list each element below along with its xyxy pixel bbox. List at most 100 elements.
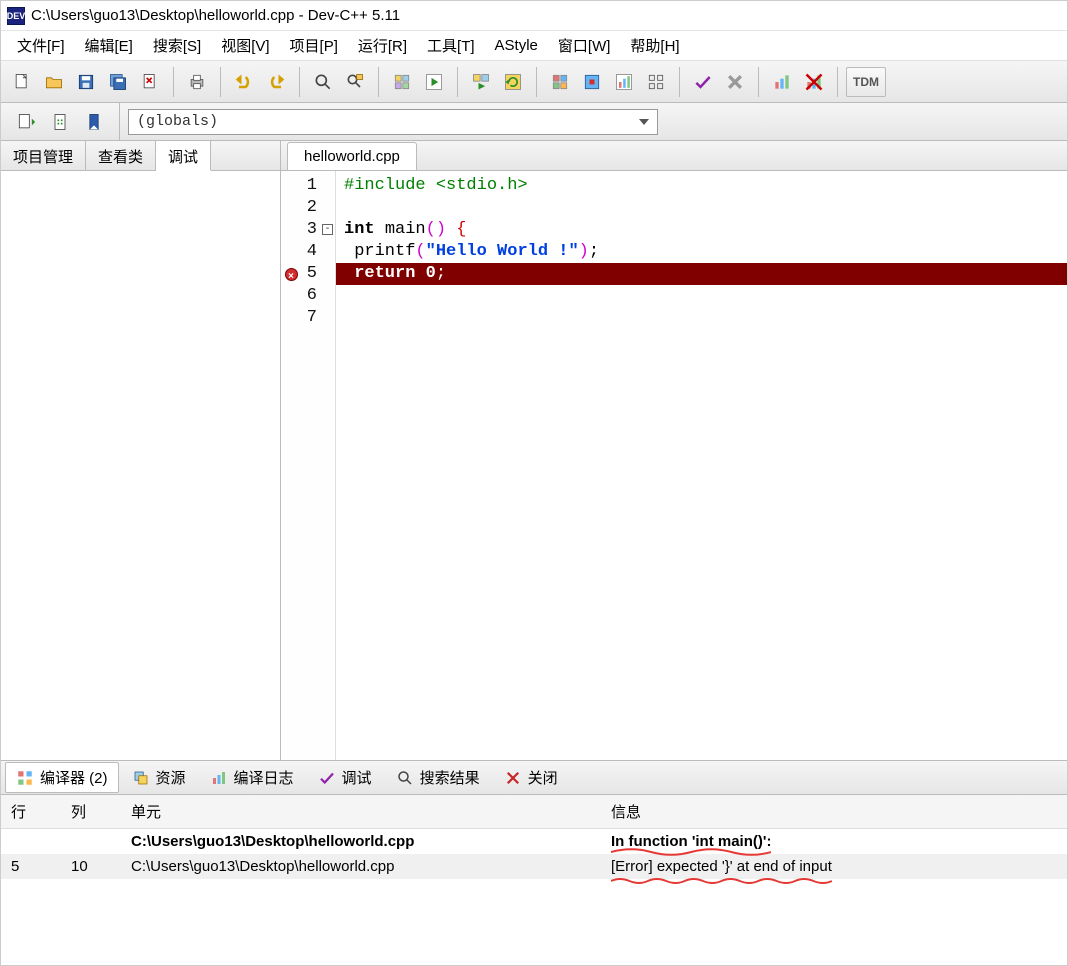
gutter[interactable]: 123-4567 — [281, 171, 336, 760]
cell-col: 10 — [61, 854, 121, 879]
project-options-button[interactable] — [641, 67, 671, 97]
code-line[interactable]: printf("Hello World !"); — [344, 241, 1067, 263]
chevron-down-icon — [639, 119, 649, 125]
menu-file[interactable]: 文件[F] — [7, 31, 75, 60]
search-icon — [396, 769, 414, 787]
col-msg[interactable]: 信息 — [601, 795, 1067, 829]
code-line[interactable]: #include <stdio.h> — [344, 175, 1067, 197]
table-header-row: 行 列 单元 信息 — [1, 795, 1067, 829]
close-file-button[interactable] — [135, 67, 165, 97]
save-button[interactable] — [71, 67, 101, 97]
cell-unit: C:\Users\guo13\Desktop\helloworld.cpp — [121, 854, 601, 879]
tab-debug[interactable]: 调试 — [156, 141, 211, 171]
side-tabs: 项目管理 查看类 调试 — [1, 141, 280, 171]
gutter-line[interactable]: 4 — [281, 241, 335, 263]
code-line[interactable]: int main() { — [344, 219, 1067, 241]
toolbar-separator — [457, 67, 458, 97]
save-all-button[interactable] — [103, 67, 133, 97]
code-line[interactable]: return 0; — [336, 263, 1067, 285]
gutter-line[interactable]: 3- — [281, 219, 335, 241]
compiler-select-button[interactable]: TDM — [846, 67, 886, 97]
main-area: 项目管理 查看类 调试 helloworld.cpp 123-4567 #inc… — [1, 141, 1067, 761]
add-bookmark-button[interactable] — [45, 107, 75, 137]
scope-selector[interactable]: (globals) — [128, 109, 658, 135]
cell-line: 5 — [1, 854, 61, 879]
window-title: C:\Users\guo13\Desktop\helloworld.cpp - … — [31, 7, 400, 24]
toolbar-separator — [758, 67, 759, 97]
new-file-button[interactable] — [7, 67, 37, 97]
delete-chart-button[interactable] — [799, 67, 829, 97]
cell-msg: In function 'int main()': — [601, 829, 1067, 855]
code-line[interactable] — [344, 285, 1067, 307]
app-icon: DEV — [7, 7, 25, 25]
run-button[interactable] — [419, 67, 449, 97]
close-icon — [504, 769, 522, 787]
open-file-button[interactable] — [39, 67, 69, 97]
gutter-line[interactable]: 7 — [281, 307, 335, 329]
col-unit[interactable]: 单元 — [121, 795, 601, 829]
menu-view[interactable]: 视图[V] — [211, 31, 279, 60]
debug-button[interactable] — [545, 67, 575, 97]
redo-button[interactable] — [261, 67, 291, 97]
bottom-tab-compiler[interactable]: 编译器 (2) — [5, 762, 119, 793]
menu-help[interactable]: 帮助[H] — [620, 31, 689, 60]
menu-run[interactable]: 运行[R] — [348, 31, 417, 60]
compile-button[interactable] — [387, 67, 417, 97]
menu-edit[interactable]: 编辑[E] — [75, 31, 143, 60]
undo-button[interactable] — [229, 67, 259, 97]
code-line[interactable] — [344, 197, 1067, 219]
bottom-tab-label: 调试 — [342, 767, 372, 788]
bar-chart-icon — [210, 769, 228, 787]
toolbar-separator — [679, 67, 680, 97]
menu-project[interactable]: 项目[P] — [280, 31, 348, 60]
table-row[interactable]: C:\Users\guo13\Desktop\helloworld.cppIn … — [1, 829, 1067, 855]
tab-classes[interactable]: 查看类 — [86, 141, 156, 170]
breakpoint-icon[interactable] — [285, 268, 298, 281]
replace-button[interactable] — [340, 67, 370, 97]
file-tab-active[interactable]: helloworld.cpp — [287, 142, 417, 170]
syntax-check-button[interactable] — [688, 67, 718, 97]
code-body[interactable]: #include <stdio.h> int main() { printf("H… — [336, 171, 1067, 760]
code-editor[interactable]: 123-4567 #include <stdio.h> int main() { … — [281, 171, 1067, 760]
gutter-line[interactable]: 2 — [281, 197, 335, 219]
bottom-tab-resource[interactable]: 资源 — [121, 762, 197, 793]
profile-button[interactable] — [609, 67, 639, 97]
gutter-line[interactable]: 6 — [281, 285, 335, 307]
chart-button[interactable] — [767, 67, 797, 97]
menu-window[interactable]: 窗口[W] — [548, 31, 621, 60]
check-icon — [318, 769, 336, 787]
bottom-tab-label: 编译日志 — [234, 767, 294, 788]
bottom-tabs: 编译器 (2) 资源 编译日志 调试 搜索结果 关闭 — [1, 761, 1067, 795]
gutter-line[interactable]: 5 — [281, 263, 335, 285]
stop-debug-button[interactable] — [577, 67, 607, 97]
side-panel: 项目管理 查看类 调试 — [1, 141, 281, 760]
col-col[interactable]: 列 — [61, 795, 121, 829]
tab-project[interactable]: 项目管理 — [1, 141, 86, 170]
bookmark-button[interactable] — [79, 107, 109, 137]
title-bar: DEV C:\Users\guo13\Desktop\helloworld.cp… — [1, 1, 1067, 31]
table-row[interactable]: 510C:\Users\guo13\Desktop\helloworld.cpp… — [1, 854, 1067, 879]
menu-astyle[interactable]: AStyle — [485, 33, 548, 58]
menu-search[interactable]: 搜索[S] — [143, 31, 211, 60]
bottom-tab-label: 关闭 — [528, 767, 558, 788]
gutter-line[interactable]: 1 — [281, 175, 335, 197]
fold-toggle-icon[interactable]: - — [322, 224, 333, 235]
clear-button[interactable] — [720, 67, 750, 97]
compiler-output-table[interactable]: 行 列 单元 信息 C:\Users\guo13\Desktop\hellowo… — [1, 795, 1067, 879]
find-button[interactable] — [308, 67, 338, 97]
print-button[interactable] — [182, 67, 212, 97]
bottom-tab-log[interactable]: 编译日志 — [199, 762, 305, 793]
menu-tools[interactable]: 工具[T] — [417, 31, 485, 60]
goto-button[interactable] — [11, 107, 41, 137]
col-line[interactable]: 行 — [1, 795, 61, 829]
code-line[interactable] — [344, 307, 1067, 329]
copy-icon — [132, 769, 150, 787]
bottom-tab-debug[interactable]: 调试 — [307, 762, 383, 793]
toolbar-separator — [837, 67, 838, 97]
rebuild-button[interactable] — [498, 67, 528, 97]
bottom-tab-search[interactable]: 搜索结果 — [385, 762, 491, 793]
annotation-squiggle — [611, 877, 832, 885]
compile-run-button[interactable] — [466, 67, 496, 97]
bottom-tab-close[interactable]: 关闭 — [493, 762, 569, 793]
editor-area: helloworld.cpp 123-4567 #include <stdio.… — [281, 141, 1067, 760]
